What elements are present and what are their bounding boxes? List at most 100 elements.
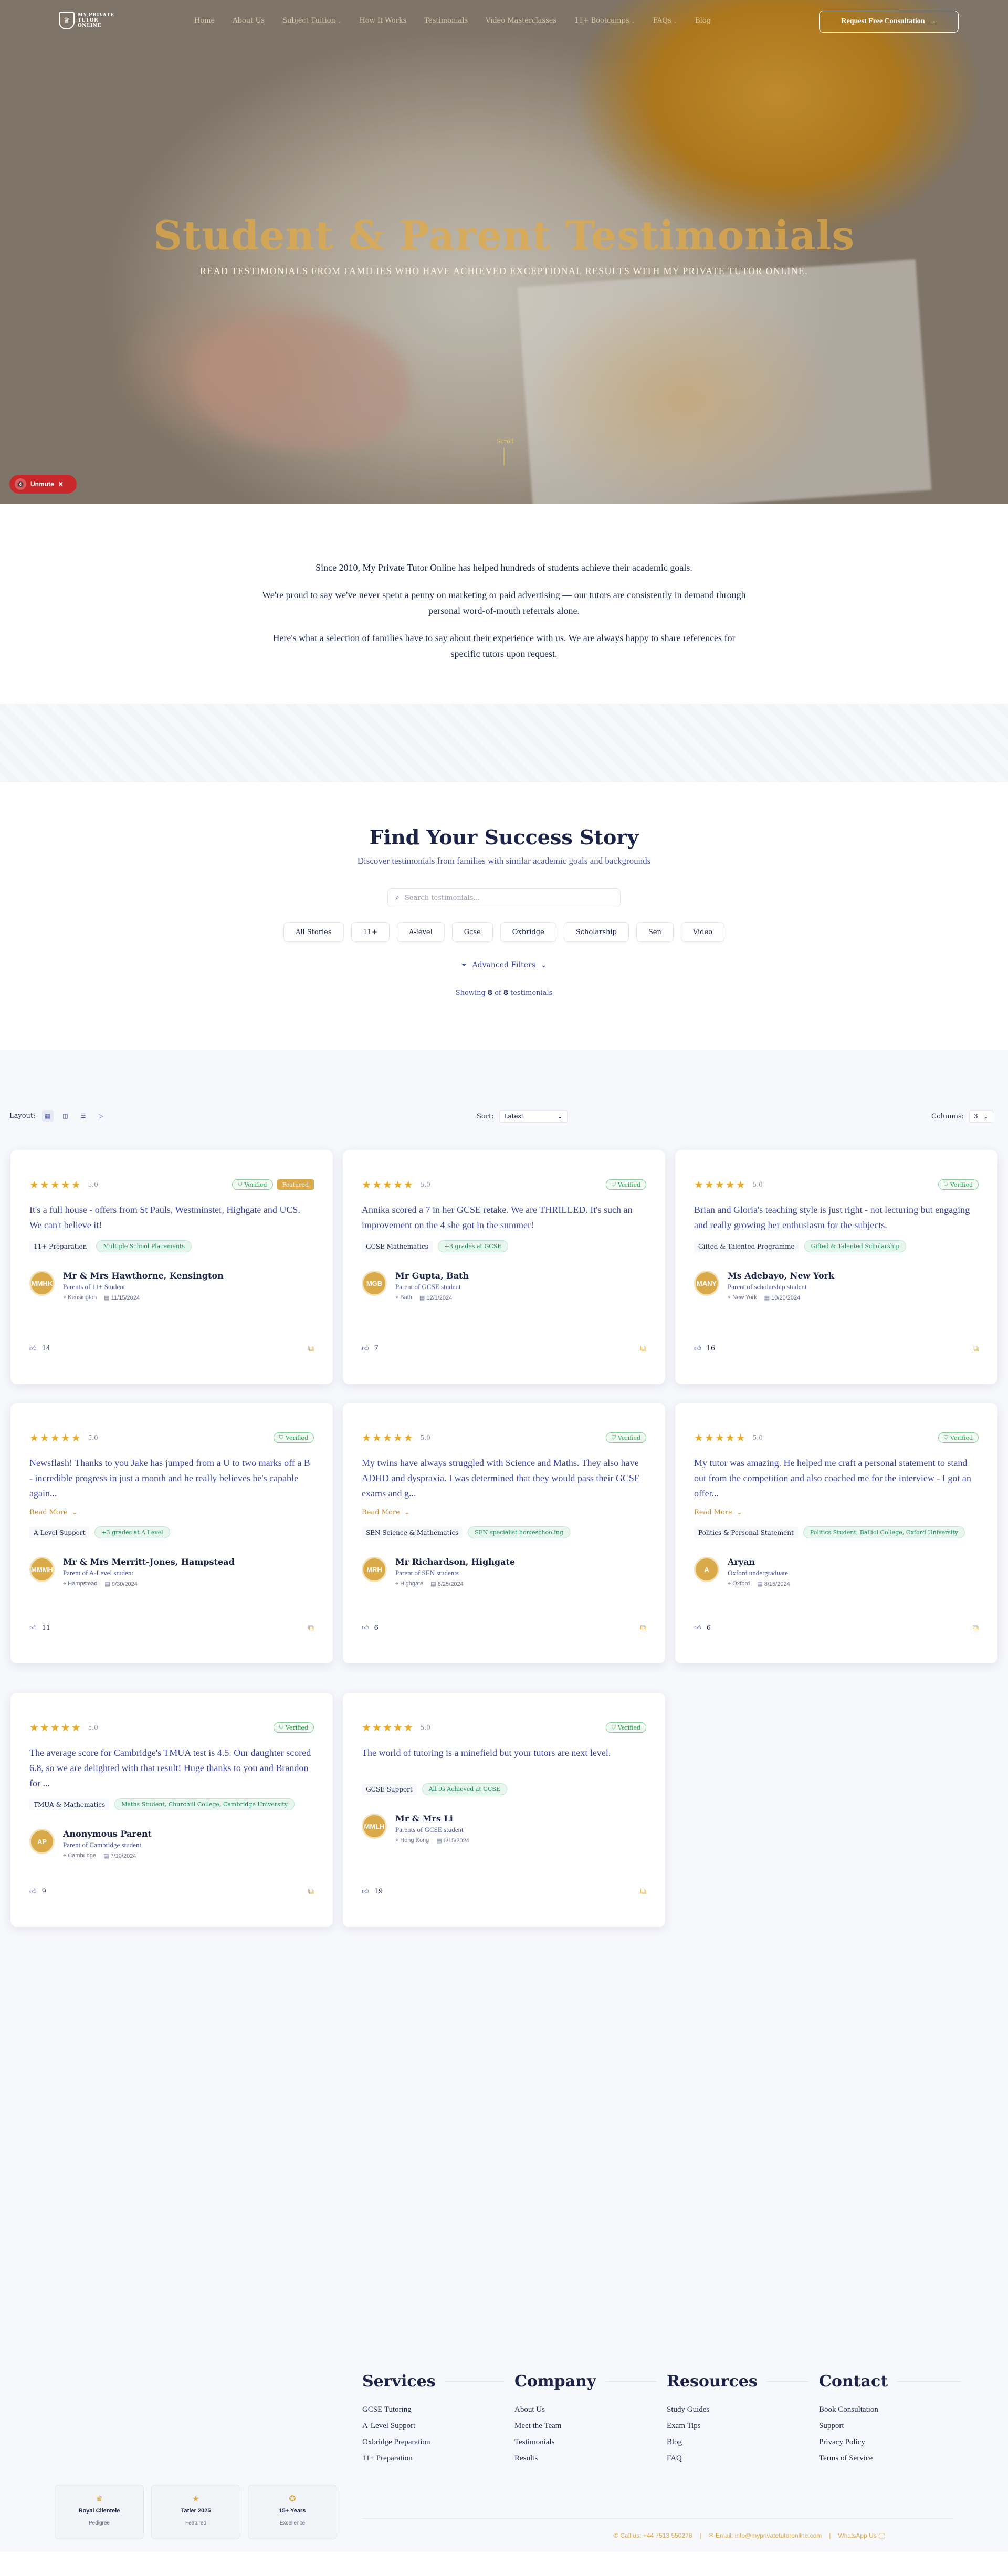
- shield-check-icon: ⛉: [279, 1434, 284, 1441]
- like-count: 6: [374, 1624, 379, 1632]
- share-icon[interactable]: ⧉: [640, 1622, 646, 1633]
- calendar-icon: ▤: [103, 1853, 111, 1859]
- read-more-button[interactable]: Read More ⌄: [694, 1509, 742, 1516]
- chevron-down-icon: ⌄: [673, 19, 678, 24]
- nav-link-label: 11+ Bootcamps: [574, 17, 629, 25]
- card-badges: ⛉ Verified Featured: [232, 1179, 314, 1190]
- filter-chip[interactable]: A-level: [396, 922, 445, 942]
- showing-total: 8: [503, 989, 508, 997]
- filter-chip[interactable]: Oxbridge: [500, 922, 556, 942]
- share-icon[interactable]: ⧉: [640, 1343, 646, 1354]
- like-button[interactable]: 👍︎ 14: [29, 1345, 50, 1353]
- subject-tag: 11+ Preparation: [29, 1240, 91, 1252]
- date: ▤ 11/15/2024: [104, 1294, 140, 1301]
- advanced-filters-toggle[interactable]: ⏷ Advanced Filters ⌄: [0, 961, 1008, 969]
- author-name: Mr & Mrs Hawthorne, Kensington: [63, 1271, 224, 1281]
- date-text: 12/1/2024: [426, 1295, 453, 1301]
- nav-link-subject-tuition[interactable]: Subject Tuition ⌄: [282, 17, 341, 25]
- card-footer: 👍︎ 7 ⧉: [362, 1343, 646, 1354]
- like-button[interactable]: 👍︎ 6: [362, 1624, 379, 1632]
- thumbs-up-icon: 👍︎: [694, 1624, 701, 1632]
- like-button[interactable]: 👍︎ 19: [362, 1888, 383, 1896]
- card-tags: 11+ Preparation Multiple School Placement…: [29, 1240, 192, 1252]
- chevron-down-icon: ⌄: [631, 19, 636, 24]
- share-icon[interactable]: ⧉: [973, 1622, 979, 1633]
- list-layout-icon[interactable]: ☰: [78, 1110, 89, 1122]
- sort-select[interactable]: Latest ⌄: [499, 1110, 568, 1123]
- date: ▤ 6/15/2024: [436, 1837, 469, 1844]
- card-tags: GCSE Support All 9s Achieved at GCSE: [362, 1783, 508, 1795]
- nav-link-about-us[interactable]: About Us: [233, 17, 265, 25]
- author-meta: ⌖ Bath ▤ 12/1/2024: [395, 1294, 469, 1301]
- author-info: MGB Mr Gupta, Bath Parent of GCSE student ⌖…: [362, 1271, 469, 1301]
- result-tag: Politics Student, Balliol College, Oxfor…: [803, 1526, 965, 1538]
- like-button[interactable]: 👍︎ 6: [694, 1624, 711, 1632]
- carousel-layout-icon[interactable]: ▷: [96, 1110, 107, 1122]
- like-button[interactable]: 👍︎ 7: [362, 1345, 379, 1353]
- result-tag: Gifted & Talented Scholarship: [804, 1240, 907, 1252]
- filter-chip[interactable]: Gcse: [452, 922, 493, 942]
- unmute-button[interactable]: 🔇 Unmute ✕: [9, 475, 77, 494]
- share-icon[interactable]: ⧉: [308, 1343, 314, 1354]
- card-footer: 👍︎ 11 ⧉: [29, 1622, 314, 1633]
- site-logo[interactable]: ♛ MY PRIVATE TUTOR ONLINE: [59, 9, 117, 32]
- nav-link-video-masterclasses[interactable]: Video Masterclasses: [486, 17, 556, 25]
- filter-chip[interactable]: Video: [680, 922, 725, 942]
- close-icon[interactable]: ✕: [58, 480, 64, 488]
- card-header: ★★★★★ 5.0 ⛉ Verified: [362, 1721, 646, 1734]
- share-icon[interactable]: ⧉: [640, 1886, 646, 1897]
- star-rating-icons: ★★★★★: [362, 1431, 414, 1444]
- nav-link-faqs[interactable]: FAQs ⌄: [653, 17, 677, 25]
- nav-link-home[interactable]: Home: [194, 17, 215, 25]
- hero-subtitle: READ TESTIMONIALS FROM FAMILIES WHO HAVE…: [200, 266, 808, 276]
- read-more-button[interactable]: Read More ⌄: [362, 1509, 410, 1516]
- verified-badge: ⛉ Verified: [605, 1179, 646, 1190]
- chevron-down-icon: ⌄: [540, 961, 547, 969]
- search-icon: ⌕: [395, 894, 400, 902]
- grid-layout-icon[interactable]: ▦: [41, 1110, 54, 1122]
- columns-select[interactable]: 3 ⌄: [969, 1110, 993, 1123]
- sort-controls: Sort: Latest ⌄: [477, 1110, 568, 1123]
- layout-controls: Layout: ▦ ◫ ☰ ▷: [9, 1110, 107, 1122]
- map-pin-icon: ⌖: [395, 1837, 401, 1844]
- subject-tag: Politics & Personal Statement: [694, 1526, 798, 1538]
- like-button[interactable]: 👍︎ 9: [29, 1888, 46, 1896]
- filter-chip[interactable]: Sen: [636, 922, 674, 942]
- intro-section: Since 2010, My Private Tutor Online has …: [0, 504, 1008, 704]
- nav-link-blog[interactable]: Blog: [695, 17, 711, 25]
- like-button[interactable]: 👍︎ 16: [694, 1345, 715, 1353]
- filter-chip[interactable]: 11+: [351, 922, 390, 942]
- nav-link-label: Testimonials: [424, 17, 468, 25]
- filter-chip[interactable]: All Stories: [283, 922, 344, 942]
- request-consultation-button[interactable]: Request Free Consultation →: [819, 11, 959, 33]
- search-input[interactable]: ⌕ Search testimonials...: [387, 888, 621, 907]
- rating-value: 5.0: [420, 1724, 430, 1731]
- read-more-button[interactable]: Read More ⌄: [29, 1509, 78, 1516]
- share-icon[interactable]: ⧉: [308, 1886, 314, 1897]
- card-tags: A-Level Support +3 grades at A Level: [29, 1526, 170, 1538]
- masonry-layout-icon[interactable]: ◫: [60, 1110, 71, 1122]
- nav-link-11-bootcamps[interactable]: 11+ Bootcamps ⌄: [574, 17, 635, 25]
- testimonials-grid-section: Layout: ▦ ◫ ☰ ▷ Sort: Latest ⌄ Columns: …: [0, 1092, 1008, 2552]
- filter-chip[interactable]: Scholarship: [563, 922, 629, 942]
- author-info: AP Anonymous Parent Parent of Cambridge st…: [29, 1829, 152, 1859]
- author-info: MMLH Mr & Mrs Li Parents of GCSE student ⌖ …: [362, 1814, 469, 1844]
- testimonial-quote: Annika scored a 7 in her GCSE retake. We…: [362, 1205, 633, 1230]
- thumbs-up-icon: 👍︎: [362, 1887, 369, 1896]
- author-details: Mr Richardson, Highgate Parent of SEN stu…: [395, 1557, 515, 1587]
- card-header: ★★★★★ 5.0 ⛉ Verified: [694, 1431, 979, 1444]
- shield-check-icon: ⛉: [611, 1434, 616, 1441]
- like-count: 11: [41, 1624, 51, 1632]
- author-role: Parent of SEN students: [395, 1569, 459, 1577]
- nav-link-how-it-works[interactable]: How It Works: [359, 17, 406, 25]
- scroll-indicator[interactable]: Scroll: [497, 438, 514, 469]
- nav-link-testimonials[interactable]: Testimonials: [424, 17, 468, 25]
- like-count: 14: [41, 1344, 51, 1353]
- share-icon[interactable]: ⧉: [973, 1343, 979, 1354]
- showing-mid: of: [495, 989, 501, 997]
- result-tag: Maths Student, Churchill College, Cambri…: [114, 1798, 295, 1810]
- author-meta: ⌖ Kensington ▤ 11/15/2024: [63, 1294, 224, 1301]
- verified-badge: ⛉ Verified: [938, 1432, 979, 1443]
- like-button[interactable]: 👍︎ 11: [29, 1624, 50, 1632]
- share-icon[interactable]: ⧉: [308, 1622, 314, 1633]
